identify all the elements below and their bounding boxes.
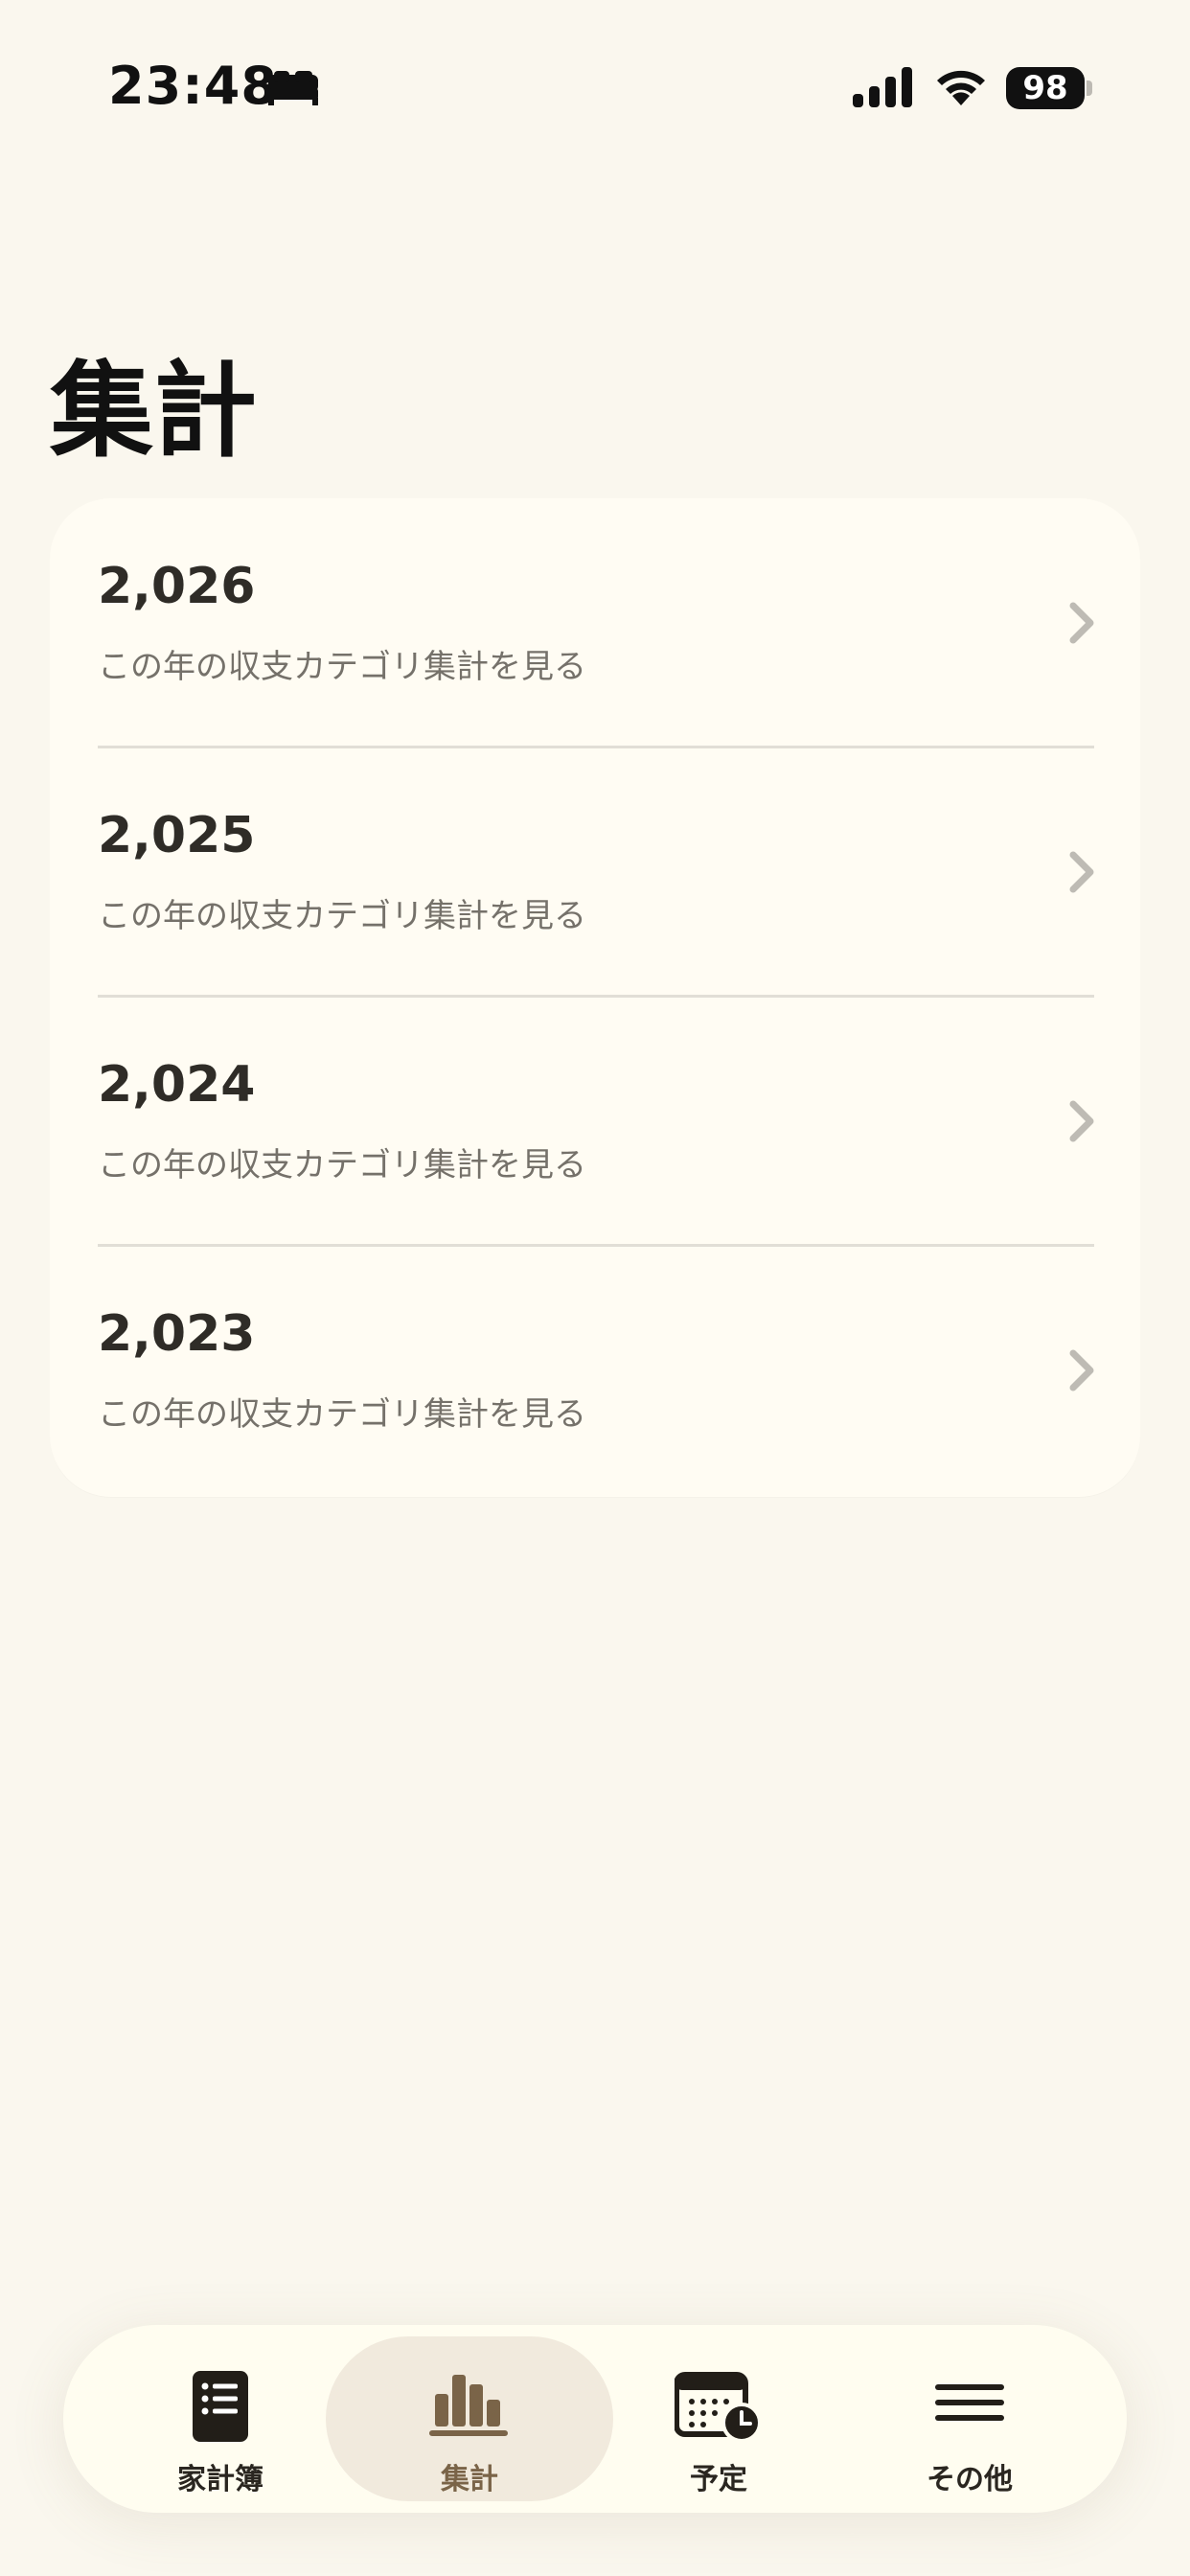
year-subtitle: この年の収支カテゴリ集計を見る (98, 1146, 586, 1184)
year-row-2026[interactable]: 2,026 この年の収支カテゴリ集計を見る (50, 498, 1140, 748)
status-time: 23:48 (108, 56, 278, 116)
bed-icon (268, 71, 318, 105)
tab-label: 予定 (690, 2463, 747, 2496)
ledger-icon (193, 2371, 248, 2442)
year-label: 2,023 (98, 1305, 256, 1363)
status-bar: 23:48 98 (0, 0, 1190, 172)
year-label: 2,026 (98, 558, 256, 615)
tab-bar: 家計簿 集計 予定 その他 (63, 2325, 1127, 2513)
tab-schedule[interactable]: 予定 (575, 2336, 862, 2501)
year-label: 2,025 (98, 807, 256, 864)
year-subtitle: この年の収支カテゴリ集計を見る (98, 897, 586, 935)
chevron-right-icon (1069, 851, 1094, 893)
year-row-2023[interactable]: 2,023 この年の収支カテゴリ集計を見る (50, 1246, 1140, 1495)
chevron-right-icon (1069, 602, 1094, 644)
year-row-2024[interactable]: 2,024 この年の収支カテゴリ集計を見る (50, 997, 1140, 1246)
signal-icon (853, 67, 912, 107)
calendar-clock-icon (675, 2372, 762, 2442)
page-title: 集計 (50, 352, 258, 472)
bar-chart-icon (429, 2375, 508, 2436)
wifi-icon (937, 70, 985, 105)
chevron-right-icon (1069, 1100, 1094, 1142)
chevron-right-icon (1069, 1349, 1094, 1392)
tab-label: その他 (927, 2463, 1013, 2496)
year-list: 2,026 この年の収支カテゴリ集計を見る 2,025 この年の収支カテゴリ集計… (50, 498, 1140, 1497)
year-label: 2,024 (98, 1056, 256, 1114)
year-subtitle: この年の収支カテゴリ集計を見る (98, 1395, 586, 1434)
tab-summary[interactable]: 集計 (326, 2336, 613, 2501)
year-subtitle: この年の収支カテゴリ集計を見る (98, 648, 586, 686)
battery-indicator: 98 (1006, 67, 1085, 109)
tab-label: 集計 (441, 2463, 498, 2496)
tab-ledger[interactable]: 家計簿 (77, 2336, 364, 2501)
menu-icon (935, 2384, 1004, 2421)
year-row-2025[interactable]: 2,025 この年の収支カテゴリ集計を見る (50, 748, 1140, 997)
tab-label: 家計簿 (177, 2463, 263, 2496)
tab-more[interactable]: その他 (826, 2336, 1113, 2501)
battery-tip (1087, 80, 1092, 96)
